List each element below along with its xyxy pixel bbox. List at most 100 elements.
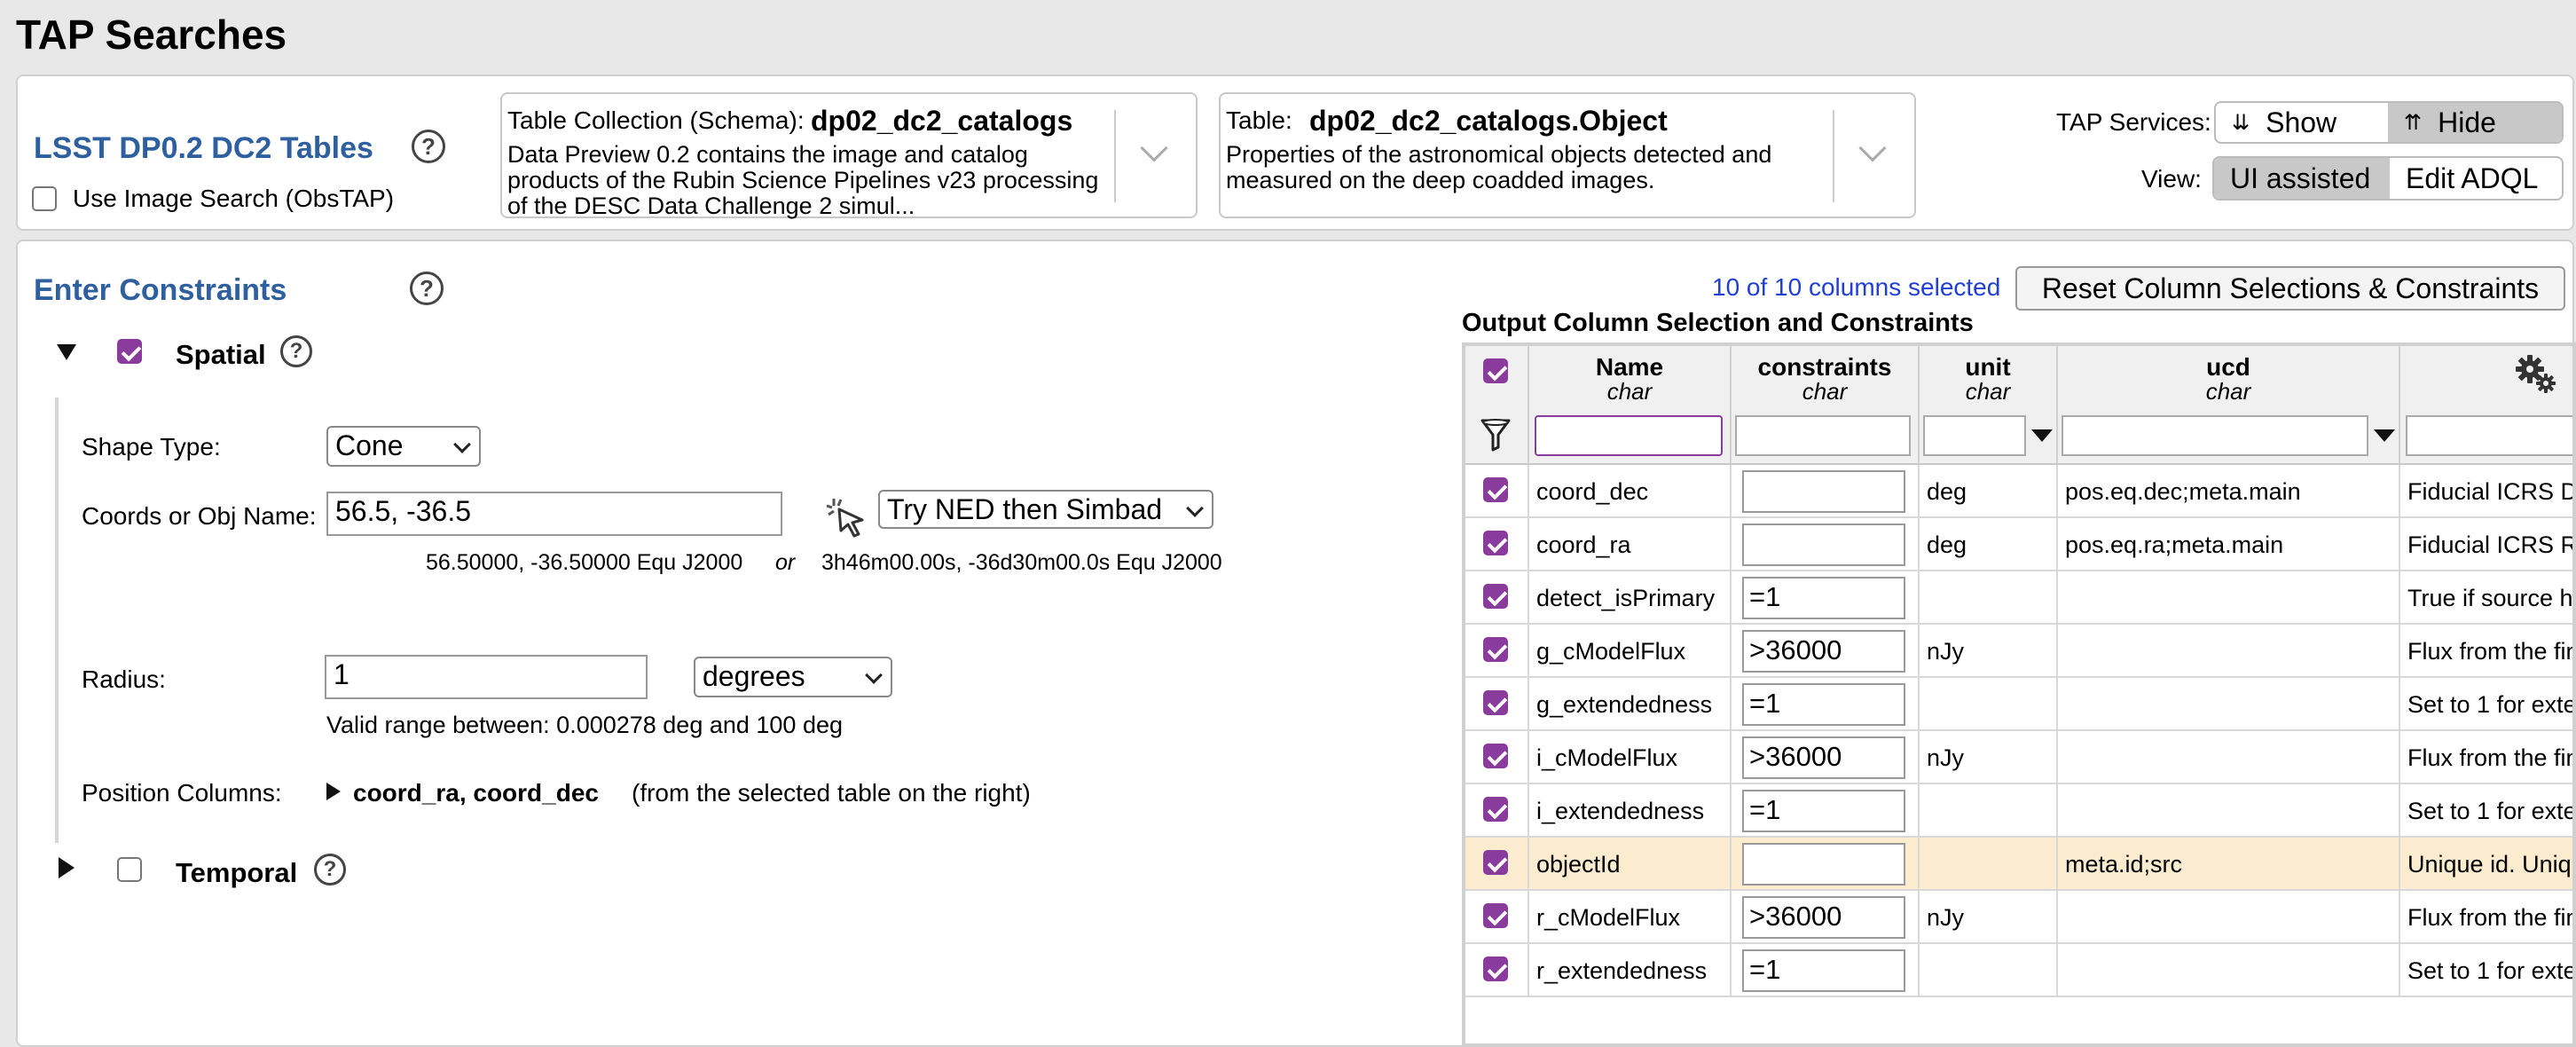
row-select-cell — [1465, 784, 1529, 838]
radius-label: Radius: — [82, 665, 166, 693]
constraint-input[interactable]: =1 — [1742, 577, 1905, 619]
constraint-cell — [1732, 518, 1920, 571]
description-filter-input[interactable] — [2406, 415, 2572, 456]
constraint-input[interactable]: =1 — [1742, 683, 1905, 726]
hide-tap-services-button[interactable]: ⇈ Hide — [2388, 103, 2562, 142]
table-row[interactable]: i_cModelFlux >36000 nJy Flux from the fin — [1465, 731, 2572, 784]
cell-ucd — [2058, 625, 2400, 678]
cell-ucd — [2058, 571, 2400, 625]
schema-selector[interactable]: Table Collection (Schema): dp02_dc2_cata… — [500, 92, 1198, 219]
chevron-down-icon[interactable] — [1140, 134, 1168, 162]
collapse-triangle-icon[interactable] — [57, 344, 76, 360]
position-columns-value[interactable]: coord_ra, coord_dec — [353, 779, 599, 807]
cell-name: coord_dec — [1529, 465, 1732, 518]
spatial-checkbox[interactable] — [117, 339, 142, 364]
columns-selected-count[interactable]: 10 of 10 columns selected — [1712, 273, 2000, 302]
show-tap-services-button[interactable]: ⇊ Show — [2216, 103, 2388, 142]
row-select-checkbox[interactable] — [1483, 850, 1508, 875]
constraint-input[interactable] — [1742, 470, 1905, 513]
row-select-checkbox[interactable] — [1483, 956, 1508, 981]
table-value: dp02_dc2_catalogs.Object — [1309, 105, 1668, 137]
cell-unit — [1920, 784, 2058, 838]
pointer-select-icon[interactable] — [825, 495, 869, 539]
cell-ucd: pos.eq.ra;meta.main — [2058, 518, 2400, 571]
constraint-input[interactable] — [1742, 524, 1905, 566]
column-header-name[interactable]: Name char — [1529, 346, 1732, 465]
table-row[interactable]: coord_dec deg pos.eq.dec;meta.main Fiducial… — [1465, 465, 2572, 518]
radius-unit-select[interactable]: degrees — [694, 657, 892, 697]
row-select-checkbox[interactable] — [1483, 477, 1508, 502]
ucd-filter-input[interactable] — [2062, 415, 2368, 456]
constraint-cell: >36000 — [1732, 731, 1920, 784]
constraints-filter-input[interactable] — [1735, 415, 1911, 456]
table-row[interactable]: objectId meta.id;src Unique id. Uniqu — [1465, 838, 2572, 891]
edit-adql-button[interactable]: Edit ADQL — [2390, 158, 2562, 199]
name-resolver-select[interactable]: Try NED then Simbad — [878, 490, 1213, 529]
temporal-checkbox[interactable] — [117, 857, 142, 882]
coords-input[interactable]: 56.5, -36.5 — [326, 492, 782, 536]
column-header-unit[interactable]: unit char — [1920, 346, 2058, 465]
enter-constraints-title: Enter Constraints — [34, 273, 287, 307]
help-icon[interactable]: ? — [412, 130, 445, 163]
help-icon[interactable]: ? — [314, 854, 346, 886]
filter-icon[interactable] — [1480, 417, 1512, 453]
table-row[interactable]: g_cModelFlux >36000 nJy Flux from the fin — [1465, 625, 2572, 678]
shape-type-label: Shape Type: — [82, 433, 221, 461]
view-toggle: UI assisted Edit ADQL — [2212, 156, 2564, 201]
shape-type-select[interactable]: Cone — [326, 426, 481, 467]
select-all-checkbox[interactable] — [1483, 358, 1508, 383]
row-select-checkbox[interactable] — [1483, 797, 1508, 822]
constraint-cell: >36000 — [1732, 625, 1920, 678]
row-select-checkbox[interactable] — [1483, 903, 1508, 928]
cell-desc: Fiducial ICRS D — [2400, 465, 2572, 518]
table-row[interactable]: i_extendedness =1 Set to 1 for exte — [1465, 784, 2572, 838]
row-select-cell — [1465, 465, 1529, 518]
constraint-cell: =1 — [1732, 944, 1920, 997]
help-icon[interactable]: ? — [410, 272, 444, 305]
cell-ucd — [2058, 678, 2400, 731]
column-header-constraints[interactable]: constraints char — [1732, 346, 1920, 465]
constraint-input[interactable]: >36000 — [1742, 896, 1905, 939]
ui-assisted-button[interactable]: UI assisted — [2214, 158, 2390, 199]
cell-unit — [1920, 678, 2058, 731]
constraint-input[interactable] — [1742, 843, 1905, 886]
ucd-filter-dropdown-icon[interactable] — [2374, 429, 2395, 442]
table-selection-panel: LSST DP0.2 DC2 Tables ? Use Image Search… — [16, 75, 2574, 231]
select-column-header — [1465, 346, 1529, 465]
row-select-checkbox[interactable] — [1483, 690, 1508, 715]
cell-unit: deg — [1920, 518, 2058, 571]
table-row[interactable]: detect_isPrimary =1 True if source h — [1465, 571, 2572, 625]
table-row[interactable]: g_extendedness =1 Set to 1 for exte — [1465, 678, 2572, 731]
cell-name: g_extendedness — [1529, 678, 1732, 731]
gear-icon[interactable] — [2514, 351, 2556, 394]
row-select-checkbox[interactable] — [1483, 744, 1508, 768]
position-columns-label: Position Columns: — [82, 779, 282, 807]
unit-filter-input[interactable] — [1923, 415, 2026, 456]
radius-input[interactable]: 1 — [325, 655, 648, 699]
double-chevron-up-icon: ⇈ — [2404, 110, 2423, 135]
table-row[interactable]: r_cModelFlux >36000 nJy Flux from the fin — [1465, 891, 2572, 944]
chevron-down-icon — [453, 436, 471, 453]
cell-name: r_extendedness — [1529, 944, 1732, 997]
expand-triangle-icon[interactable] — [326, 783, 341, 800]
reset-column-selections-button[interactable]: Reset Column Selections & Constraints — [2015, 266, 2565, 311]
column-header-ucd[interactable]: ucd char — [2058, 346, 2400, 465]
help-icon[interactable]: ? — [280, 335, 312, 367]
expand-triangle-icon[interactable] — [59, 857, 75, 878]
coords-decimal: 56.50000, -36.50000 Equ J2000 — [426, 550, 743, 575]
constraint-input[interactable]: =1 — [1742, 949, 1905, 992]
name-filter-input[interactable] — [1535, 415, 1723, 456]
row-select-checkbox[interactable] — [1483, 637, 1508, 662]
use-image-search-checkbox[interactable] — [32, 186, 57, 211]
chevron-down-icon[interactable] — [1858, 134, 1887, 162]
unit-filter-dropdown-icon[interactable] — [2031, 429, 2053, 442]
constraint-input[interactable]: =1 — [1742, 790, 1905, 832]
constraint-input[interactable]: >36000 — [1742, 736, 1905, 779]
constraint-input[interactable]: >36000 — [1742, 630, 1905, 673]
table-row[interactable]: r_extendedness =1 Set to 1 for exte — [1465, 944, 2572, 997]
column-header-description[interactable] — [2400, 346, 2572, 465]
row-select-checkbox[interactable] — [1483, 531, 1508, 555]
table-row[interactable]: coord_ra deg pos.eq.ra;meta.main Fiducial I… — [1465, 518, 2572, 571]
table-selector[interactable]: Table: dp02_dc2_catalogs.Object Properti… — [1219, 92, 1916, 218]
row-select-checkbox[interactable] — [1483, 584, 1508, 609]
